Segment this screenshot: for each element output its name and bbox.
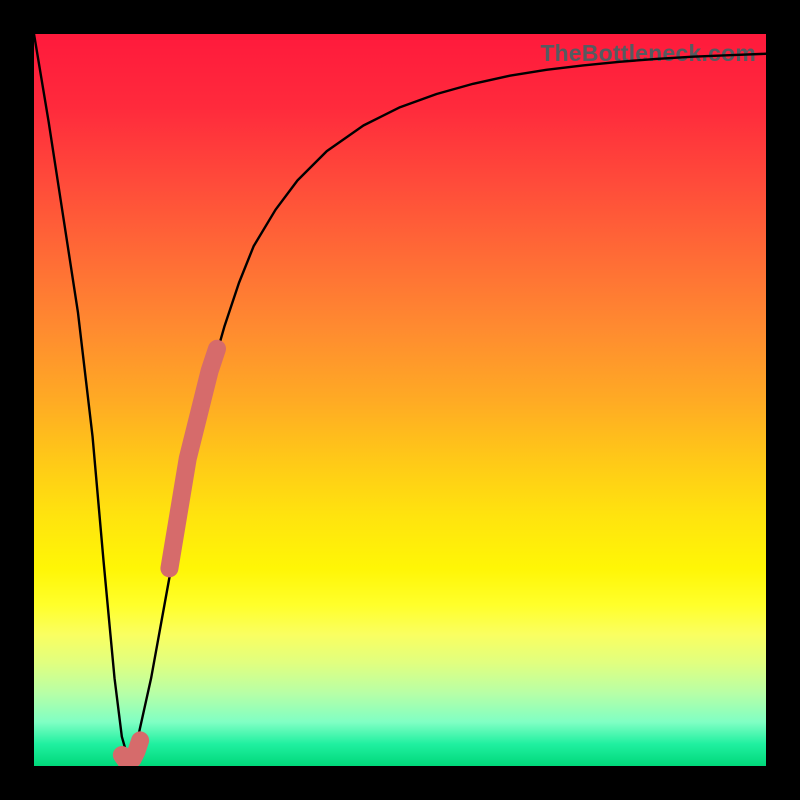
chart-svg (34, 34, 766, 766)
bottleneck-curve (34, 34, 766, 762)
plot-area: TheBottleneck.com (34, 34, 766, 766)
highlight-dots (169, 349, 217, 569)
chart-frame: TheBottleneck.com (0, 0, 800, 800)
